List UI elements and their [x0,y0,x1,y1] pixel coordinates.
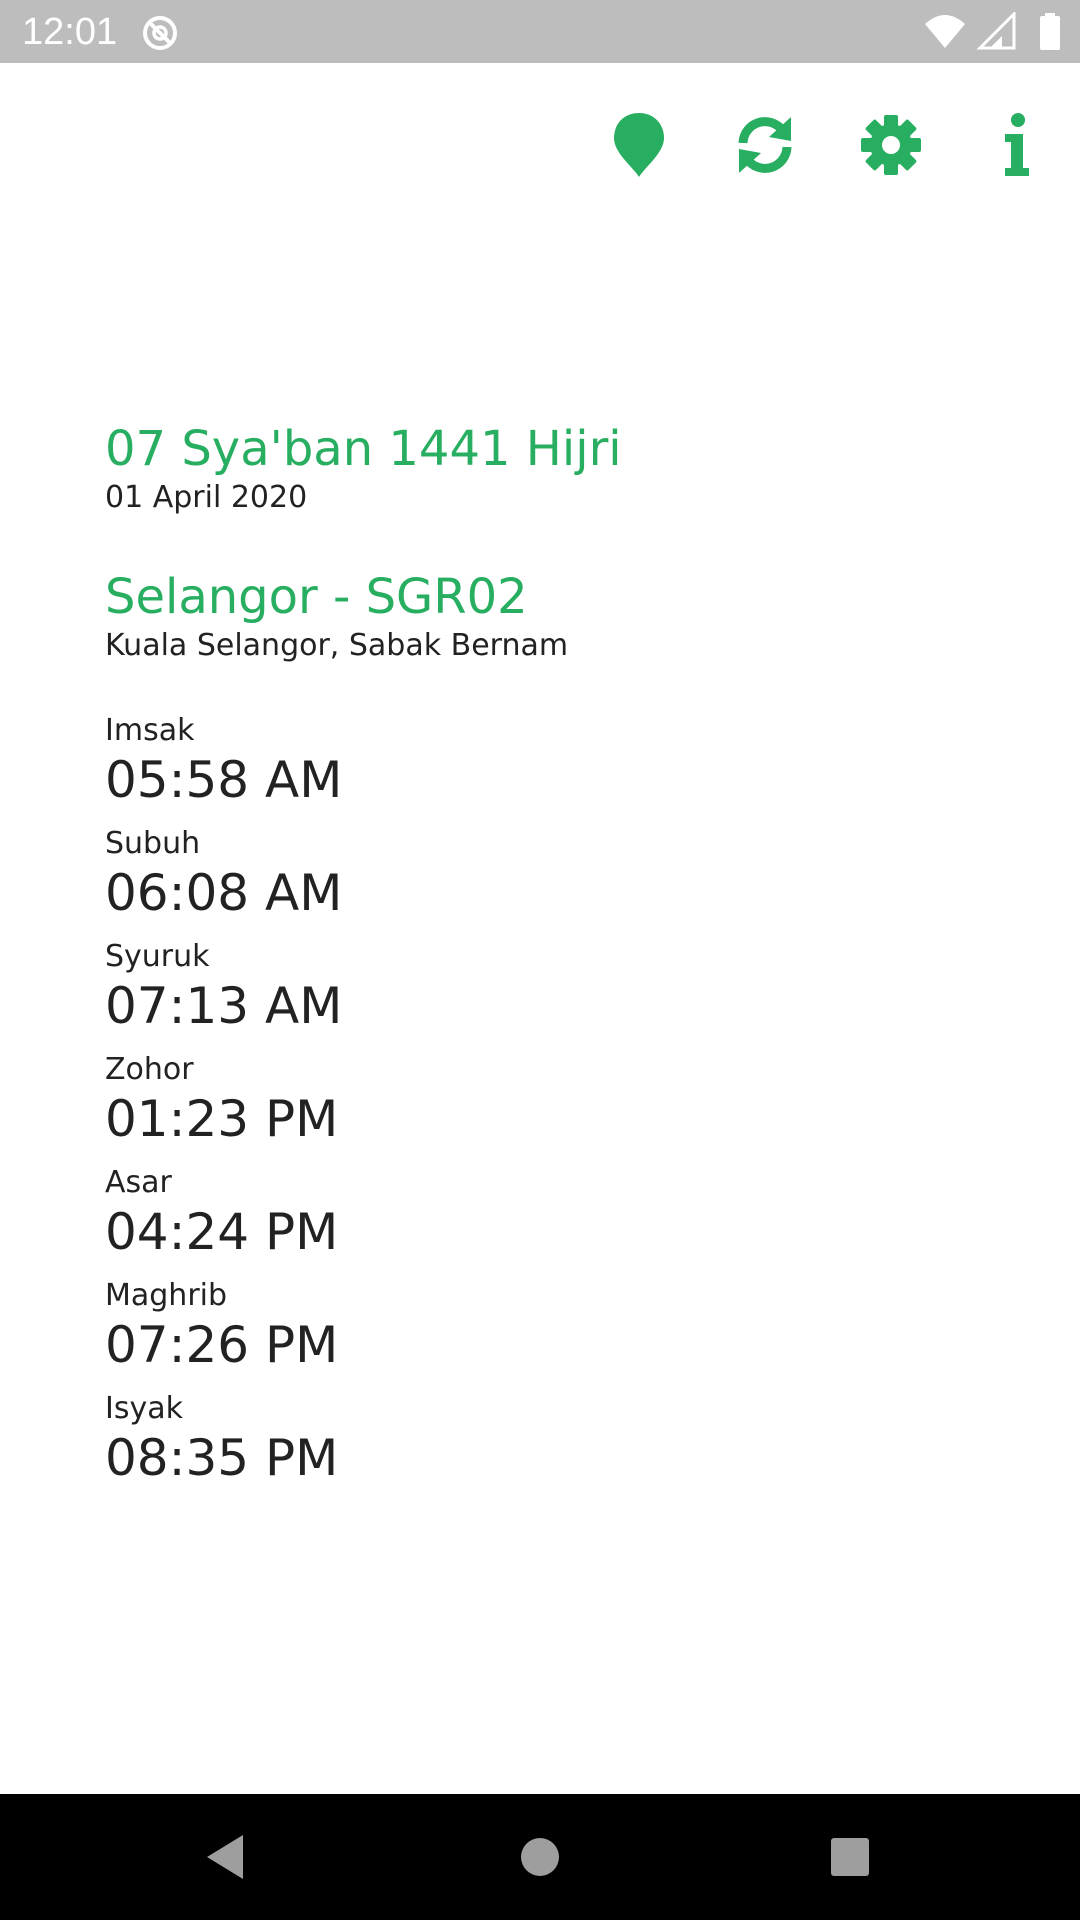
home-button[interactable] [505,1822,575,1892]
prayer-times-list: Imsak 05:58 AM Subuh 06:08 AM Syuruk 07:… [105,712,1005,1503]
signal-icon [976,12,1016,50]
prayer-name: Maghrib [105,1278,228,1313]
prayer-item-syuruk: Syuruk 07:13 AM [105,938,1005,1051]
prayer-item-maghrib: Maghrib 07:26 PM [105,1277,1005,1390]
navigation-bar [0,1794,1080,1920]
status-bar: 12:01 [0,0,1080,63]
zone-areas: Kuala Selangor, Sabak Bernam [105,628,569,663]
prayer-item-isyak: Isyak 08:35 PM [105,1390,1005,1503]
prayer-name: Zohor [105,1052,194,1087]
prayer-name: Syuruk [105,939,210,974]
zone-title: Selangor - SGR02 [105,569,528,625]
prayer-time: 06:08 AM [105,864,343,922]
prayer-time: 08:35 PM [105,1429,339,1487]
prayer-time: 04:24 PM [105,1203,339,1261]
status-time: 12:01 [22,11,118,53]
recents-button[interactable] [815,1822,885,1892]
info-icon [1005,113,1029,176]
prayer-item-zohor: Zohor 01:23 PM [105,1051,1005,1164]
prayer-name: Subuh [105,826,201,861]
settings-button[interactable] [846,100,936,190]
back-button[interactable] [190,1822,260,1892]
gregorian-date: 01 April 2020 [105,480,308,515]
location-pin-icon [614,113,664,177]
prayer-time: 07:26 PM [105,1316,339,1374]
do-not-disturb-icon [143,16,177,50]
prayer-time: 01:23 PM [105,1090,339,1148]
prayer-item-imsak: Imsak 05:58 AM [105,712,1005,825]
prayer-name: Asar [105,1165,172,1200]
prayer-time: 05:58 AM [105,751,343,809]
location-button[interactable] [594,100,684,190]
prayer-name: Imsak [105,713,195,748]
prayer-item-subuh: Subuh 06:08 AM [105,825,1005,938]
gear-icon [861,115,921,175]
main-content: 07 Sya'ban 1441 Hijri 01 April 2020 Sela… [105,420,1005,1503]
refresh-icon [738,117,792,173]
home-icon [521,1838,559,1876]
wifi-icon [925,15,965,48]
info-button[interactable] [972,100,1062,190]
prayer-name: Isyak [105,1391,183,1426]
prayer-item-asar: Asar 04:24 PM [105,1164,1005,1277]
prayer-time: 07:13 AM [105,977,343,1035]
recents-icon [831,1838,869,1876]
back-icon [207,1835,243,1879]
app-screen: 12:01 07 Sya'ban 1441 Hijri 01 April 202… [0,0,1080,1920]
hijri-date: 07 Sya'ban 1441 Hijri [105,421,622,477]
battery-icon [1040,13,1060,50]
refresh-button[interactable] [720,100,810,190]
